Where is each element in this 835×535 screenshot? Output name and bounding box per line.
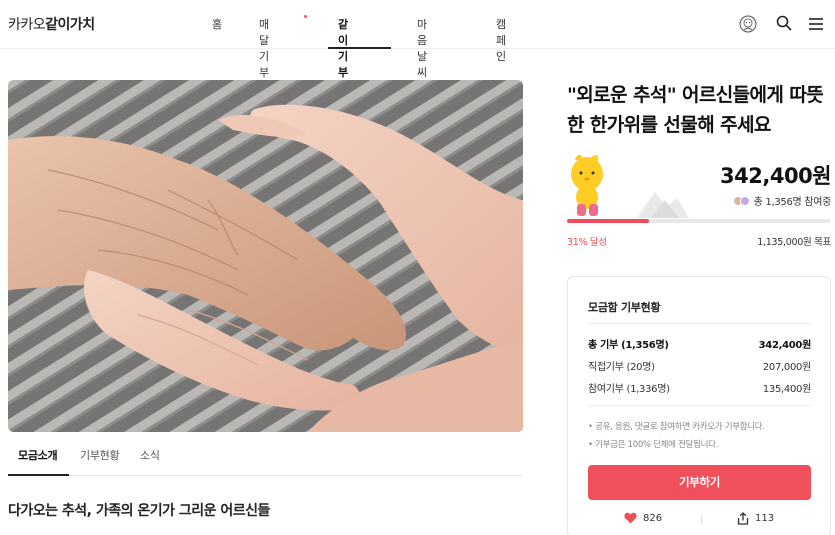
- note-delivery: • 기부금은 100% 단체에 전달됩니다.: [588, 440, 719, 450]
- row-value: 342,400원: [758, 340, 812, 351]
- profile-icon[interactable]: [739, 15, 757, 37]
- tab-intro[interactable]: 모금소개: [18, 447, 58, 463]
- row-value: 135,400원: [762, 384, 811, 395]
- row-label: 참여기부 (1,336명): [588, 384, 670, 395]
- section-heading: 다가오는 추석, 가족의 온기가 그리운 어르신들: [8, 503, 270, 519]
- share-count: 113: [755, 513, 775, 524]
- nav-home[interactable]: 홈: [212, 16, 222, 32]
- participant-avatars: [732, 195, 750, 206]
- divider: [588, 405, 811, 406]
- row-label: 직접기부 (20명): [588, 362, 655, 373]
- tab-active-underline: [8, 474, 69, 476]
- participants: 총 1,356명 참여중: [732, 193, 832, 208]
- heart-icon: [624, 512, 637, 524]
- stat-separator: [701, 514, 702, 524]
- participants-count: 총 1,356명 참여중: [753, 197, 832, 208]
- raised-amount: 342,400원: [720, 164, 831, 188]
- status-title: 모금함 기부현황: [588, 301, 661, 314]
- donation-status-card: 모금함 기부현황 총 기부 (1,356명) 342,400원 직접기부 (20…: [567, 276, 831, 535]
- campaign-hero-image: [8, 80, 523, 432]
- row-label: 총 기부 (1,356명): [588, 340, 669, 351]
- new-dot: [304, 15, 307, 18]
- top-header: 카카오같이가치 홈 매달기부 같이기부 마음날씨 캠페인: [0, 0, 835, 79]
- divider: [588, 323, 811, 324]
- search-icon[interactable]: [776, 15, 792, 35]
- campaign-title: "외로운 추석" 어르신들에게 따뜻한 한가위를 선물해 주세요: [567, 84, 824, 136]
- goal-amount: 1,135,000원 목표: [757, 237, 831, 248]
- nav-active-underline: [328, 47, 391, 49]
- logo-bold: 같이가치: [45, 17, 95, 33]
- row-value: 207,000원: [762, 362, 811, 373]
- progress-bar: [567, 219, 831, 223]
- like-button[interactable]: 826: [624, 512, 662, 524]
- progress-percent: 31% 달성: [567, 237, 607, 248]
- tab-status[interactable]: 기부현황: [80, 447, 120, 463]
- share-icon: [737, 512, 749, 525]
- tab-news[interactable]: 소식: [140, 447, 160, 463]
- mascot-illustration: [567, 152, 697, 226]
- logo[interactable]: 카카오같이가치: [8, 14, 95, 34]
- logo-light: 카카오: [8, 17, 46, 33]
- share-button[interactable]: 113: [737, 512, 774, 525]
- content-tabs: 모금소개 기부현황 소식: [8, 436, 523, 476]
- menu-icon[interactable]: [808, 16, 824, 35]
- progress-fill: [567, 219, 649, 223]
- note-participation: • 공유, 응원, 댓글로 참여하면 카카오가 기부합니다.: [588, 422, 765, 432]
- like-count: 826: [643, 512, 663, 524]
- nav-monthly[interactable]: 매달기부: [259, 16, 269, 80]
- donate-button[interactable]: 기부하기: [588, 465, 811, 500]
- nav-campaign[interactable]: 캠페인: [496, 16, 506, 64]
- nav-weather[interactable]: 마음날씨: [417, 16, 427, 80]
